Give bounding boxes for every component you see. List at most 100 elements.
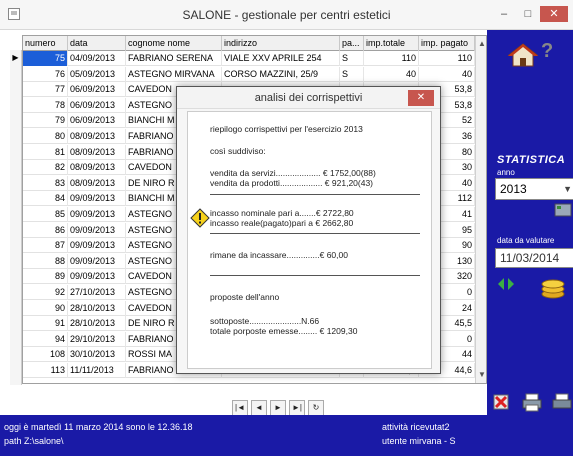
print-preview-icon[interactable]: [551, 392, 573, 412]
cell-numero: 79: [23, 113, 68, 129]
column-header-indirizzo[interactable]: indirizzo: [222, 36, 340, 51]
column-header-cognome-nome[interactable]: cognome nome: [126, 36, 222, 51]
year-select[interactable]: 2013 ▼: [495, 178, 573, 200]
data-valutare-label: data da valutare: [497, 236, 555, 245]
rimane-text: rimane da incassare..............€ 60,00: [210, 250, 348, 260]
cell-data: 08/09/2013: [68, 160, 126, 176]
cell-data: 27/10/2013: [68, 285, 126, 300]
cell-numero: 78: [23, 97, 68, 113]
cell-numero: 89: [23, 269, 68, 285]
cell-numero: 86: [23, 222, 68, 238]
record-navigation: |◄ ◄ ► ►| ↻: [232, 400, 327, 416]
column-header-data[interactable]: data: [68, 36, 126, 51]
cell-pa: S: [340, 66, 364, 82]
last-record-button[interactable]: ►|: [289, 400, 305, 416]
scroll-up-icon[interactable]: ▲: [476, 38, 486, 50]
cell-imp-pagato: 40: [419, 66, 475, 82]
column-header-imp-totale[interactable]: imp.totale: [364, 36, 419, 51]
cell-data: 28/10/2013: [68, 300, 126, 316]
cell-numero: 76: [23, 66, 68, 82]
cell-pa: S: [340, 51, 364, 66]
table-row[interactable]: 75 04/09/2013 FABRIANO SERENA VIALE XXV APR…: [23, 51, 486, 66]
minimize-button[interactable]: –: [492, 6, 516, 22]
print-icon[interactable]: [521, 392, 543, 412]
chevron-down-icon: ▼: [563, 184, 572, 194]
cell-numero: 82: [23, 160, 68, 176]
cell-data: 28/10/2013: [68, 316, 126, 332]
close-button[interactable]: ✕: [540, 6, 568, 22]
refresh-button[interactable]: ↻: [308, 400, 324, 416]
cell-data: 09/09/2013: [68, 238, 126, 254]
window-title: SALONE - gestionale per centri estetici: [182, 8, 391, 22]
cell-numero: 113: [23, 363, 68, 378]
calculate-icon[interactable]: [553, 200, 573, 218]
path-status: path Z:\salone\: [4, 436, 64, 446]
vendita-prodotti-text: vendita da prodotti.................. € …: [210, 178, 374, 188]
next-record-button[interactable]: ►: [270, 400, 286, 416]
cell-numero: 88: [23, 253, 68, 269]
right-panel: ? STATISTICA anno 2013 ▼ data da valutar…: [487, 30, 573, 415]
suddiviso-text: così suddiviso:: [210, 146, 266, 156]
cell-data: 30/10/2013: [68, 347, 126, 363]
cell-numero: 83: [23, 175, 68, 191]
scroll-down-icon[interactable]: ▼: [476, 369, 486, 381]
prev-record-button[interactable]: ◄: [251, 400, 267, 416]
date-time-status: oggi è martedì 11 marzo 2014 sono le 12.…: [4, 422, 193, 432]
column-header-imp-pagato[interactable]: imp. pagato: [419, 36, 475, 51]
cell-data: 08/09/2013: [68, 129, 126, 144]
divider: [210, 233, 420, 234]
cell-numero: 90: [23, 300, 68, 316]
grid-vertical-scrollbar[interactable]: ▲ ▼: [475, 36, 486, 383]
cell-numero: 85: [23, 207, 68, 222]
riepilogo-text: riepilogo corrispettivi per l'esercizio …: [210, 124, 363, 134]
cell-cognome-nome: FABRIANO SERENA: [126, 51, 222, 66]
cell-imp-totale: 40: [364, 66, 419, 82]
user-status: utente mirvana - S: [382, 436, 456, 446]
status-bar: oggi è martedì 11 marzo 2014 sono le 12.…: [0, 415, 573, 456]
coins-icon[interactable]: [539, 272, 573, 302]
cell-numero: 87: [23, 238, 68, 254]
column-header-numero[interactable]: numero: [23, 36, 68, 51]
cell-numero: 108: [23, 347, 68, 363]
dialog-body: riepilogo corrispettivi per l'esercizio …: [187, 111, 432, 369]
incasso-nominale-text: incasso nominale pari a.......€ 2722,80: [210, 208, 354, 218]
cell-data: 06/09/2013: [68, 82, 126, 98]
vendita-servizi-text: vendita da servizi................... € …: [210, 168, 376, 178]
cell-data: 06/09/2013: [68, 97, 126, 113]
table-row[interactable]: 76 05/09/2013 ASTEGNO MIRVANA CORSO MAZZINI…: [23, 66, 486, 82]
cell-data: 09/09/2013: [68, 191, 126, 207]
dialog-close-button[interactable]: ✕: [408, 90, 434, 106]
cell-data: 08/09/2013: [68, 175, 126, 191]
divider: [210, 194, 420, 195]
warning-icon: [190, 208, 210, 228]
cell-data: 09/09/2013: [68, 207, 126, 222]
maximize-button[interactable]: □: [516, 6, 540, 22]
cell-data: 11/11/2013: [68, 363, 126, 378]
title-bar: SALONE - gestionale per centri estetici …: [0, 0, 573, 30]
arrows-icon[interactable]: [497, 277, 515, 291]
help-icon[interactable]: ?: [541, 40, 563, 66]
cell-data: 08/09/2013: [68, 144, 126, 160]
home-icon[interactable]: [507, 42, 539, 68]
sottoposte-text: sottoposte......................N.66: [210, 316, 320, 326]
date-input[interactable]: 11/03/2014: [495, 248, 573, 268]
cell-imp-totale: 110: [364, 51, 419, 66]
cell-numero: 80: [23, 129, 68, 144]
delete-icon[interactable]: [491, 392, 511, 412]
cell-numero: 91: [23, 316, 68, 332]
cell-data: 04/09/2013: [68, 51, 126, 66]
cell-numero: 75: [23, 51, 68, 66]
cell-numero: 77: [23, 82, 68, 98]
anno-label: anno: [497, 168, 515, 177]
first-record-button[interactable]: |◄: [232, 400, 248, 416]
current-row-pointer-icon: ▶: [12, 53, 19, 62]
cell-data: 09/09/2013: [68, 253, 126, 269]
grid-header: numero data cognome nome indirizzo pa... imp.…: [23, 36, 486, 51]
column-header-pa[interactable]: pa...: [340, 36, 364, 51]
cell-data: 05/09/2013: [68, 66, 126, 82]
cell-data: 09/09/2013: [68, 222, 126, 238]
activity-status: attività ricevutat2: [382, 422, 450, 432]
cell-data: 06/09/2013: [68, 113, 126, 129]
cell-indirizzo: CORSO MAZZINI, 25/9: [222, 66, 340, 82]
cell-numero: 92: [23, 285, 68, 300]
